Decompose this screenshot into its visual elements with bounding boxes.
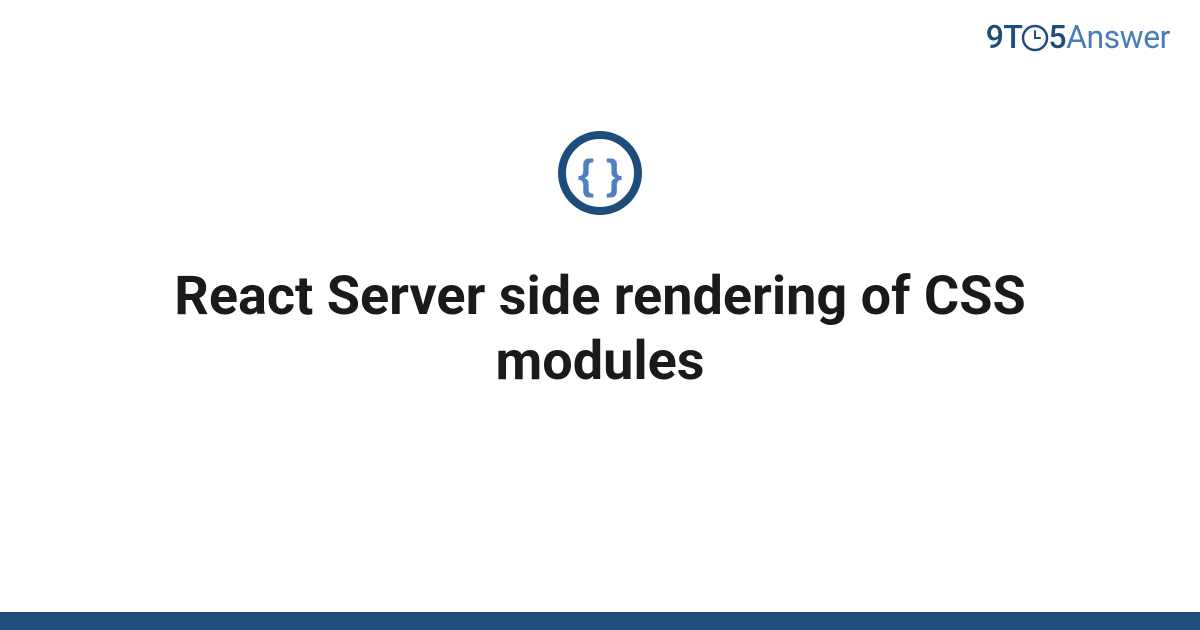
brand-part-9: 9 [986,18,1004,56]
code-braces-icon: { } [557,130,643,220]
svg-text:{ }: { } [578,151,622,198]
brand-part-t: T [1003,18,1022,56]
brand-logo-text: 9T5Answer [986,18,1170,56]
brand-part-5: 5 [1048,18,1066,56]
page-title: React Server side rendering of CSS modul… [100,265,1100,395]
main-content: { } React Server side rendering of CSS m… [0,130,1200,395]
brand-logo: 9T5Answer [986,18,1170,56]
clock-o-icon [1021,24,1049,52]
brand-part-answer: Answer [1066,18,1170,56]
footer-accent-bar [0,612,1200,630]
